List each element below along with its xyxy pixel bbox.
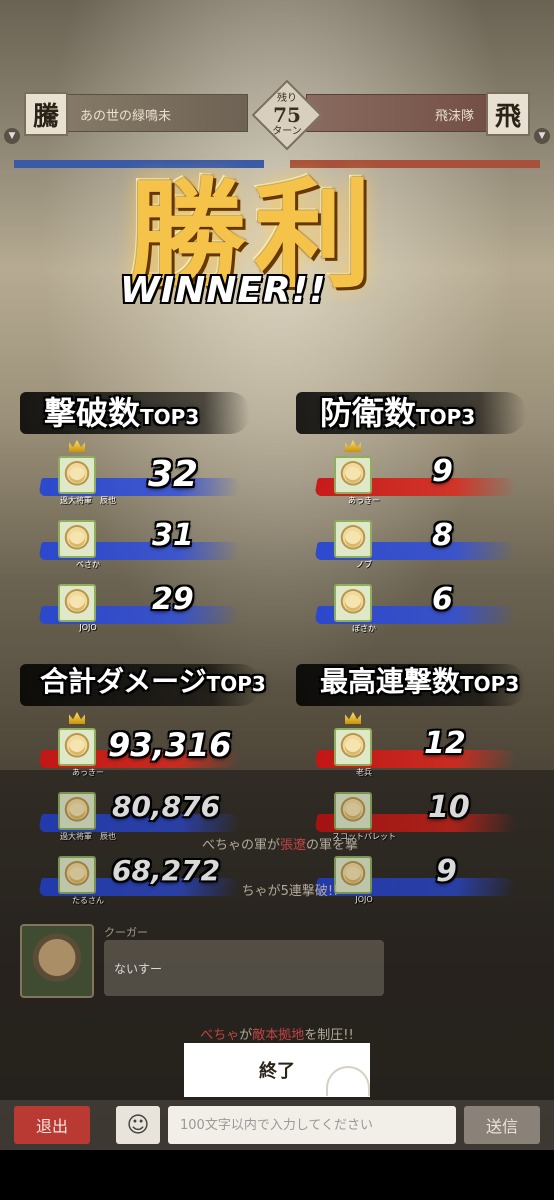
kills-row-3: JOJO 29: [20, 576, 270, 640]
face-icon: [345, 595, 361, 611]
victory-subtitle: WINNER!!: [120, 270, 327, 311]
rank-value: 9: [432, 454, 453, 489]
kills-row-1: 過大将軍 辰也 32: [20, 440, 270, 512]
avatar: [58, 584, 96, 622]
avatar: [334, 584, 372, 622]
turn-counter: 残り 75 ターン: [251, 79, 323, 151]
defense-title: 防衛数TOP3: [320, 388, 475, 438]
defense-row-2: ノブ 8: [296, 512, 546, 576]
avatar: [334, 520, 372, 558]
player-name: べさか: [76, 560, 100, 569]
left-team-emblem: 騰: [24, 92, 68, 136]
rank-value: 6: [432, 582, 453, 617]
rank-value: 32: [148, 454, 199, 495]
avatar: [334, 456, 372, 494]
player-name: ノブ: [356, 560, 372, 569]
chat-input[interactable]: [168, 1106, 456, 1144]
right-team-name: 飛沫隊: [434, 109, 474, 124]
avatar: [58, 456, 96, 494]
player-name: 過大将軍 辰也: [60, 496, 116, 505]
kills-row-2: べさか 31: [20, 512, 270, 576]
face-icon: [345, 739, 361, 755]
defense-title-sub: TOP3: [416, 405, 476, 429]
player-name: ぼさか: [352, 624, 376, 633]
avatar: [334, 728, 372, 766]
rank-value: 12: [424, 726, 466, 761]
exit-button[interactable]: 退出: [14, 1106, 90, 1144]
damage-title-sub: TOP3: [206, 672, 266, 696]
turn-label-bottom: ターン: [272, 126, 302, 137]
face-icon: [69, 739, 85, 755]
combo-title: 最高連撃数TOP3: [320, 660, 519, 710]
defense-title-text: 防衛数: [320, 394, 417, 432]
rank-value: 29: [152, 582, 194, 617]
kills-title: 撃破数TOP3: [44, 388, 199, 438]
face-icon: [69, 531, 85, 547]
system-nav-bar: [0, 1150, 554, 1200]
defense-row-3: ぼさか 6: [296, 576, 546, 640]
kills-title-text: 撃破数: [44, 394, 141, 432]
rank-value: 93,316: [108, 726, 232, 764]
player-name: JOJO: [79, 623, 97, 632]
damage-title-text: 合計ダメージ: [40, 665, 207, 698]
right-dropdown-icon[interactable]: ▼: [534, 128, 550, 144]
left-dropdown-icon[interactable]: ▼: [4, 128, 20, 144]
player-name: あっきー: [348, 496, 380, 505]
right-team-emblem: 飛: [486, 92, 530, 136]
send-button[interactable]: 送信: [464, 1106, 540, 1144]
face-icon: [345, 467, 361, 483]
damage-title: 合計ダメージTOP3: [40, 660, 266, 710]
face-icon: [69, 467, 85, 483]
combo-title-sub: TOP3: [460, 672, 520, 696]
battle-header: 騰 飛 あの世の緑鳴未 飛沫隊 残り 75 ターン ▼ ▼: [4, 79, 550, 151]
kills-title-sub: TOP3: [140, 405, 200, 429]
avatar: [58, 520, 96, 558]
turn-value: 75: [273, 103, 301, 127]
avatar: [58, 728, 96, 766]
defense-row-1: あっきー 9: [296, 440, 546, 512]
combo-title-text: 最高連撃数: [320, 665, 461, 698]
smiley-icon[interactable]: ☺: [116, 1106, 160, 1144]
rank-value: 31: [152, 518, 194, 553]
face-icon: [69, 595, 85, 611]
face-icon: [345, 531, 361, 547]
left-team-name: あの世の緑鳴未: [80, 109, 172, 124]
rank-value: 8: [432, 518, 453, 553]
